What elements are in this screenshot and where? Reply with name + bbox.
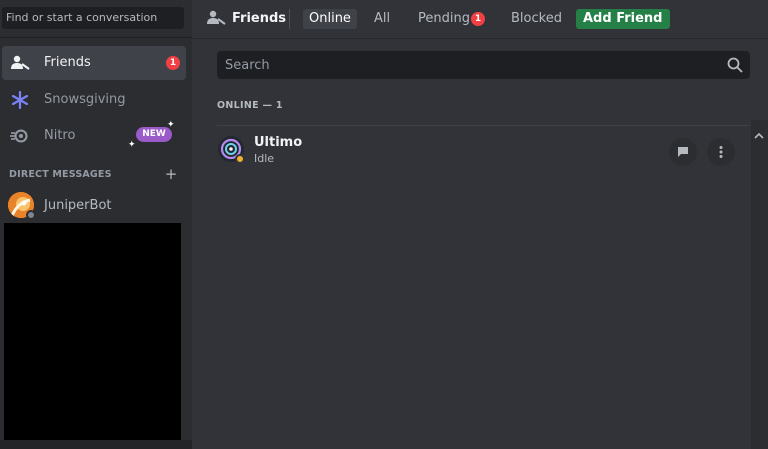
more-options-button[interactable]	[707, 138, 735, 166]
friend-status: Idle	[254, 152, 275, 165]
header-divider	[289, 9, 290, 29]
friends-icon	[10, 54, 30, 72]
find-conversation-button[interactable]: Find or start a conversation	[2, 7, 184, 29]
tab-pending[interactable]: Pending 1	[412, 9, 496, 29]
sidebar-item-friends[interactable]: Friends 1	[2, 46, 186, 80]
friends-notification-badge: 1	[166, 56, 180, 70]
sidebar: Find or start a conversation Friends 1 S…	[0, 0, 192, 449]
friend-row-ultimo[interactable]: Ultimo Idle	[217, 127, 750, 173]
tab-pending-label: Pending	[418, 11, 470, 26]
message-icon	[678, 147, 688, 157]
more-vertical-icon	[719, 146, 723, 158]
sidebar-item-label: Snowsgiving	[44, 92, 126, 107]
redacted-dm-list	[4, 223, 181, 440]
list-divider	[217, 125, 750, 126]
scroll-up-arrow-icon[interactable]	[754, 125, 764, 139]
sidebar-item-label: Friends	[44, 55, 91, 70]
message-button[interactable]	[669, 138, 697, 166]
snowflake-icon	[10, 91, 30, 109]
dm-item-juniperbot[interactable]: JuniperBot	[2, 190, 186, 222]
tab-all[interactable]: All	[368, 9, 396, 29]
page-title: Friends	[232, 11, 287, 26]
friends-icon	[206, 10, 226, 28]
sidebar-divider	[0, 37, 192, 38]
idle-status-icon	[235, 154, 245, 164]
friends-header-bar: Friends Online All Pending 1 Blocked Add…	[192, 0, 768, 39]
friend-name: Ultimo	[254, 135, 303, 150]
sidebar-item-nitro[interactable]: Nitro NEW ✦ ✦	[2, 119, 186, 153]
create-dm-plus-icon[interactable]: +	[164, 167, 178, 182]
offline-status-icon	[26, 210, 36, 220]
add-friend-button[interactable]: Add Friend	[576, 9, 670, 29]
user-panel	[0, 440, 192, 449]
sparkle-icon: ✦	[167, 120, 175, 130]
nitro-icon	[10, 127, 30, 145]
dm-name: JuniperBot	[44, 198, 112, 213]
sparkle-icon: ✦	[128, 140, 136, 150]
sidebar-item-snowsgiving[interactable]: Snowsgiving	[2, 83, 186, 117]
tab-blocked[interactable]: Blocked	[505, 9, 568, 29]
friends-search	[217, 51, 750, 79]
direct-messages-header: DIRECT MESSAGES	[9, 169, 112, 180]
sidebar-item-label: Nitro	[44, 128, 76, 143]
search-icon[interactable]	[727, 57, 743, 73]
online-count-header: ONLINE — 1	[217, 100, 283, 111]
scrollbar[interactable]	[751, 120, 768, 449]
pending-badge: 1	[471, 12, 485, 26]
tab-online[interactable]: Online	[303, 9, 357, 29]
search-input[interactable]	[217, 51, 717, 79]
